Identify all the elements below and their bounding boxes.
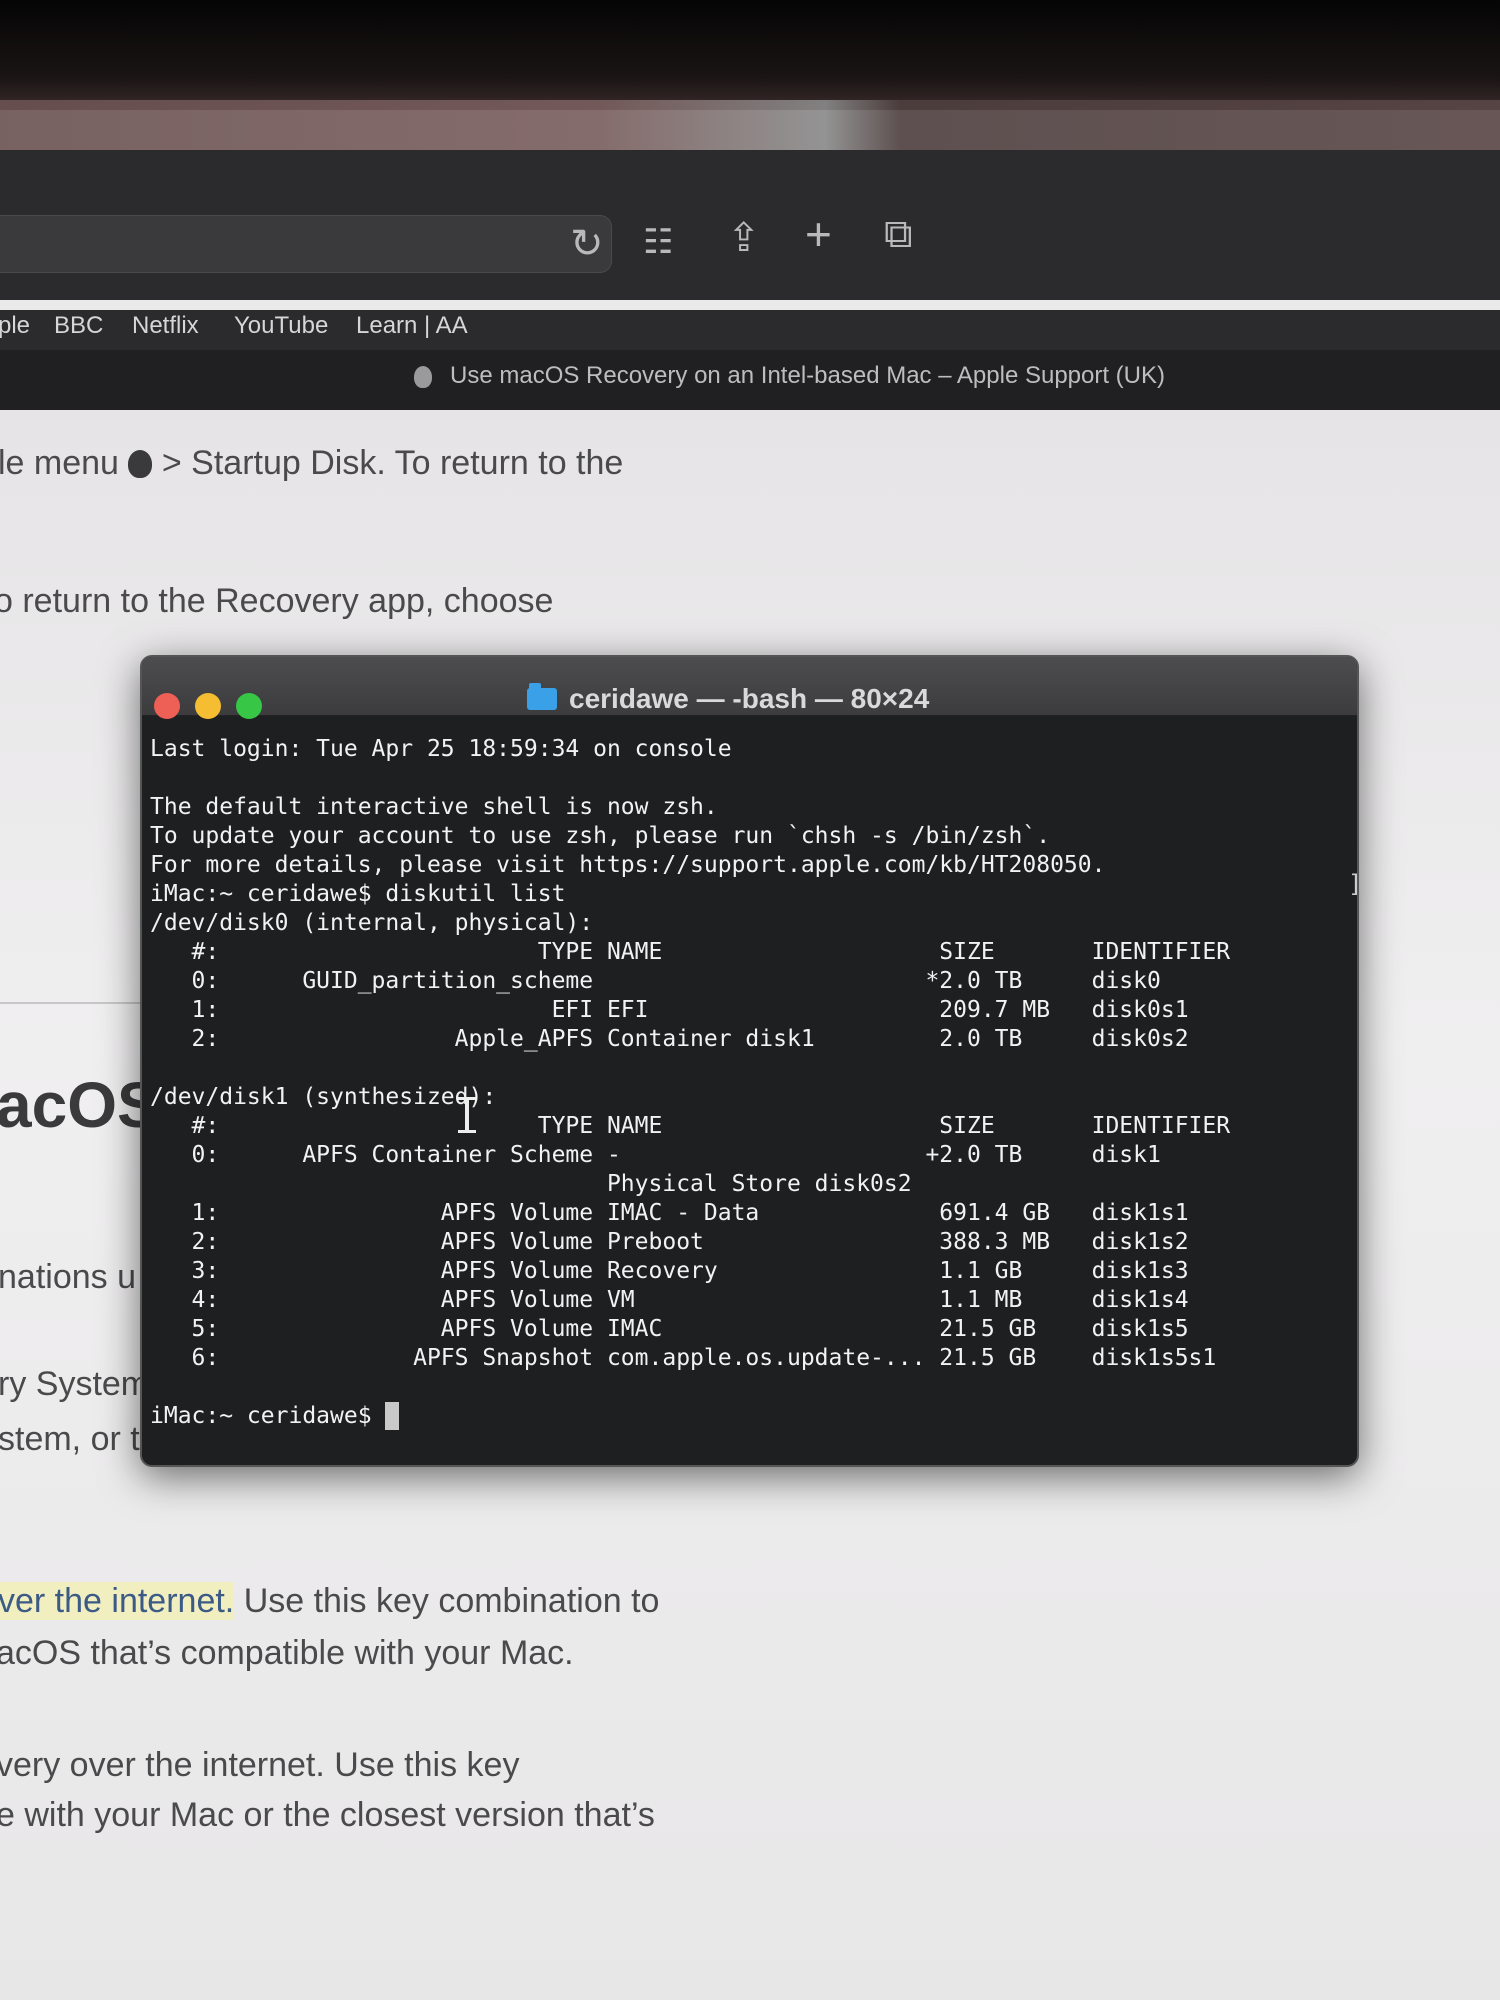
divider [0,1002,140,1004]
terminal-line: 5: APFS Volume IMAC 21.5 GB disk1s5 [150,1316,1189,1342]
terminal-line: 6: APFS Snapshot com.apple.os.update-...… [150,1345,1217,1371]
terminal-line: Physical Store disk0s2 [150,1171,912,1197]
tabs-icon[interactable]: ⧉ [884,214,913,254]
apple-logo-icon [414,366,432,388]
terminal-line: 0: APFS Container Scheme - +2.0 TB disk1 [150,1142,1161,1168]
close-button[interactable] [154,693,180,719]
bookmark-ple[interactable]: ple [0,312,30,340]
terminal-titlebar[interactable]: ceridawe — -bash — 80×24 [142,657,1357,719]
apple-menu-icon [128,450,153,478]
terminal-line: 3: APFS Volume Recovery 1.1 GB disk1s3 [150,1258,1189,1284]
bookmark-bbc[interactable]: BBC [54,312,103,340]
terminal-output[interactable]: Last login: Tue Apr 25 18:59:34 on conso… [150,735,1340,1455]
terminal-line: /dev/disk0 (internal, physical): [150,910,594,936]
terminal-line: For more details, please visit https://s… [150,852,1106,878]
page-line-recovery-internet: very over the internet. Use this key [0,1746,520,1784]
terminal-line: 0: GUID_partition_scheme *2.0 TB disk0 [150,968,1161,994]
terminal-line: #: TYPE NAME SIZE IDENTIFIER [150,939,1231,965]
terminal-prompt-line[interactable]: iMac:~ ceridawe$ [150,1402,400,1430]
terminal-line: 2: Apple_APFS Container disk1 2.0 TB dis… [150,1026,1189,1052]
ibeam-cursor-icon [458,1097,476,1133]
page-line-system: ry System [0,1365,150,1403]
page-line-combinations: nations u [0,1258,136,1296]
terminal-prompt: iMac:~ ceridawe$ [150,1403,386,1429]
terminal-line: The default interactive shell is now zsh… [150,794,718,820]
bookmark-youtube[interactable]: YouTube [234,312,328,340]
page-line-closest-version: e with your Mac or the closest version t… [0,1796,655,1834]
terminal-line: #: TYPE NAME SIZE IDENTIFIER [150,1113,1231,1139]
page-line-compatible: acOS that’s compatible with your Mac. [0,1634,574,1672]
bookmark-learn-aa[interactable]: Learn | AA [356,312,468,340]
terminal-line: 1: EFI EFI 209.7 MB disk0s1 [150,997,1189,1023]
page-line-internet: ver the internet. Use this key combinati… [0,1582,660,1620]
reload-icon[interactable]: ↻ [570,224,604,264]
grid-icon[interactable]: ☷ [643,222,673,262]
page-line-recovery: o return to the Recovery app, choose [0,582,554,620]
terminal-line: 4: APFS Volume VM 1.1 MB disk1s4 [150,1287,1189,1313]
page-line-startup-disk: le menu > Startup Disk. To return to the [0,444,624,482]
folder-icon [527,683,557,710]
terminal-line: /dev/disk1 (synthesized): [150,1084,497,1110]
zoom-button[interactable] [236,693,262,719]
terminal-line: iMac:~ ceridawe$ diskutil list [150,881,566,907]
terminal-cursor [385,1402,400,1430]
plus-icon[interactable]: + [805,211,832,257]
terminal-line: 2: APFS Volume Preboot 388.3 MB disk1s2 [150,1229,1189,1255]
share-icon[interactable]: ⇪ [727,218,761,258]
page-heading: acOS [0,1069,160,1141]
terminal-line: Last login: Tue Apr 25 18:59:34 on conso… [150,736,732,762]
internet-link[interactable]: ver the internet. [0,1582,235,1620]
bookmarks-bar [0,310,1500,354]
address-bar[interactable] [0,215,612,273]
terminal-line: 1: APFS Volume IMAC - Data 691.4 GB disk… [150,1200,1189,1226]
terminal-line: To update your account to use zsh, pleas… [150,823,1051,849]
screen-bezel [0,0,1500,110]
terminal-title: ceridawe — -bash — 80×24 [569,683,930,714]
minimize-button[interactable] [195,693,221,719]
bookmark-netflix[interactable]: Netflix [132,312,199,340]
tab-active[interactable]: Use macOS Recovery on an Intel-based Mac… [450,362,1165,390]
terminal-window[interactable]: ceridawe — -bash — 80×24 Last login: Tue… [140,655,1359,1467]
scroll-marker: ] [1348,870,1363,898]
